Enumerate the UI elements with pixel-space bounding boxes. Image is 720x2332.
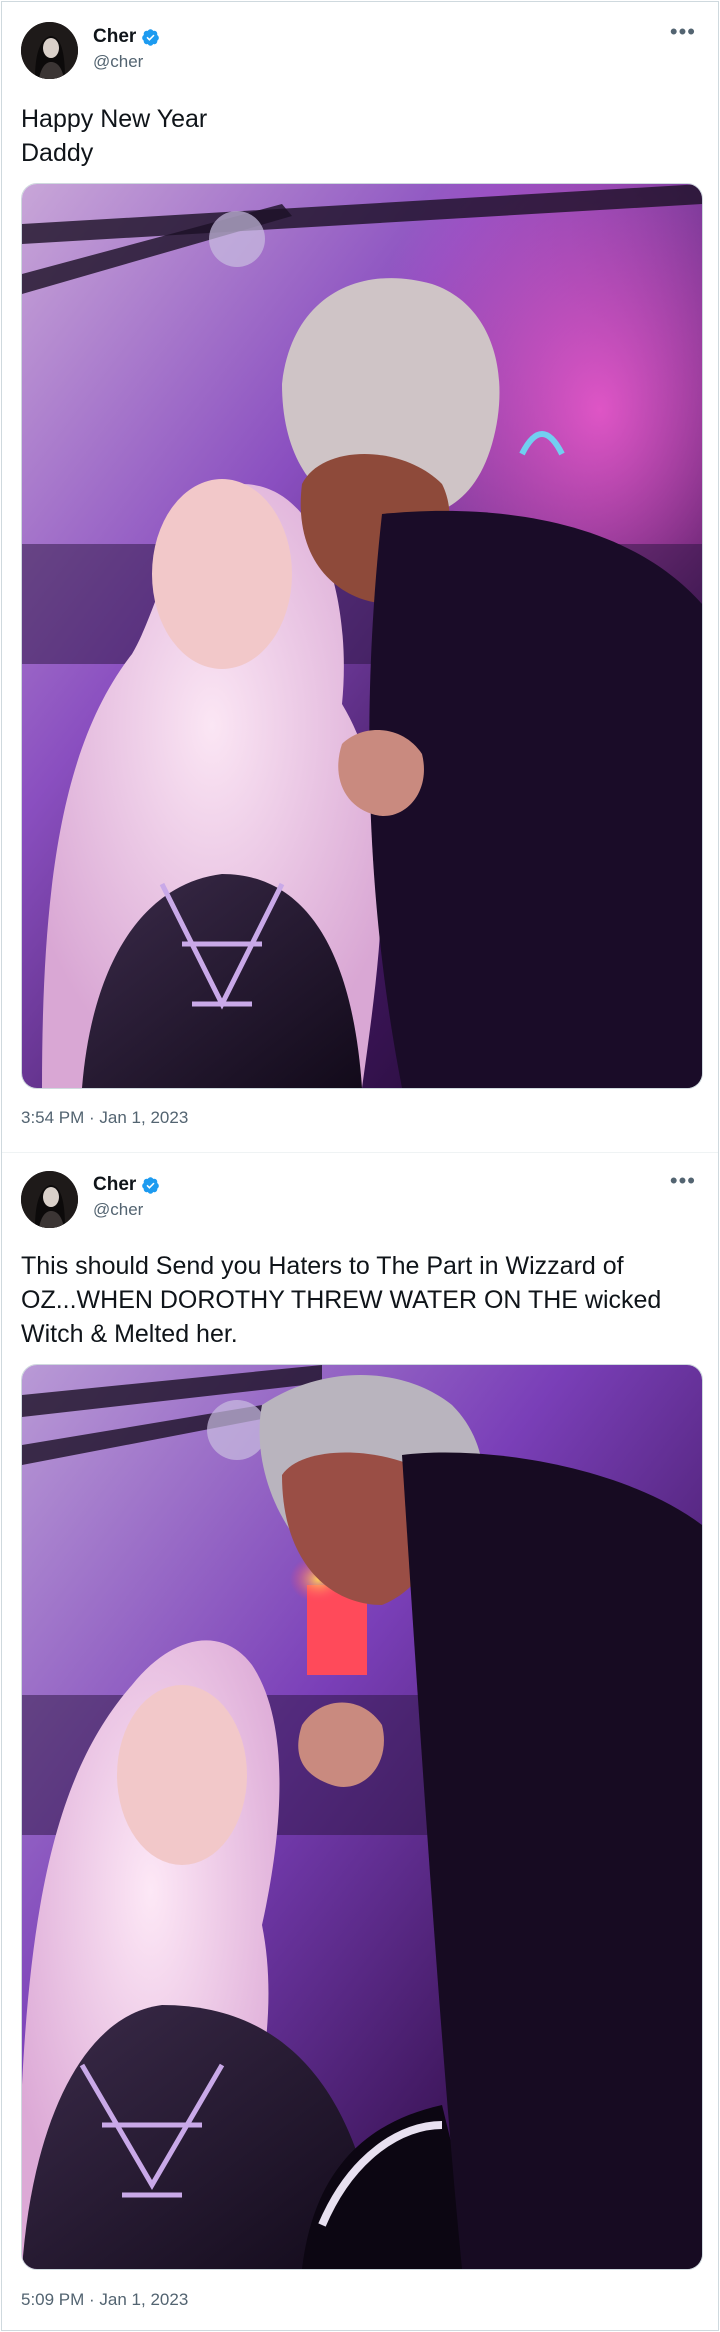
display-name[interactable]: Cher xyxy=(93,1174,136,1196)
photo-party-kiss xyxy=(22,184,702,1088)
verified-badge-icon xyxy=(142,28,160,46)
tweet-text: This should Send you Haters to The Part … xyxy=(21,1252,662,1348)
display-name[interactable]: Cher xyxy=(93,26,136,48)
avatar[interactable] xyxy=(21,1171,78,1228)
timestamp[interactable]: 3:54 PM · Jan 1, 2023 xyxy=(21,1108,188,1128)
tweet-photo[interactable] xyxy=(21,183,703,1089)
tweet-2: Cher @cher ••• This should Send you Hate… xyxy=(2,1152,718,2330)
timestamp[interactable]: 5:09 PM · Jan 1, 2023 xyxy=(21,2290,188,2310)
more-horizontal-icon[interactable]: ••• xyxy=(670,21,696,43)
handle[interactable]: @cher xyxy=(93,1200,143,1220)
tweet-text: Happy New Year Daddy xyxy=(21,105,208,167)
handle[interactable]: @cher xyxy=(93,52,143,72)
tweet-photo[interactable] xyxy=(21,1364,703,2270)
more-horizontal-icon[interactable]: ••• xyxy=(670,1170,696,1192)
verified-badge-icon xyxy=(142,1176,160,1194)
author-name-row[interactable]: Cher xyxy=(93,26,160,48)
photo-party-bite xyxy=(22,1365,702,2269)
author-name-row[interactable]: Cher xyxy=(93,1174,160,1196)
tweet-screenshot-frame: Cher @cher ••• Happy New Year Daddy 3:54… xyxy=(1,1,719,2331)
tweet-1: Cher @cher ••• Happy New Year Daddy 3:54… xyxy=(2,2,718,1152)
avatar[interactable] xyxy=(21,22,78,79)
